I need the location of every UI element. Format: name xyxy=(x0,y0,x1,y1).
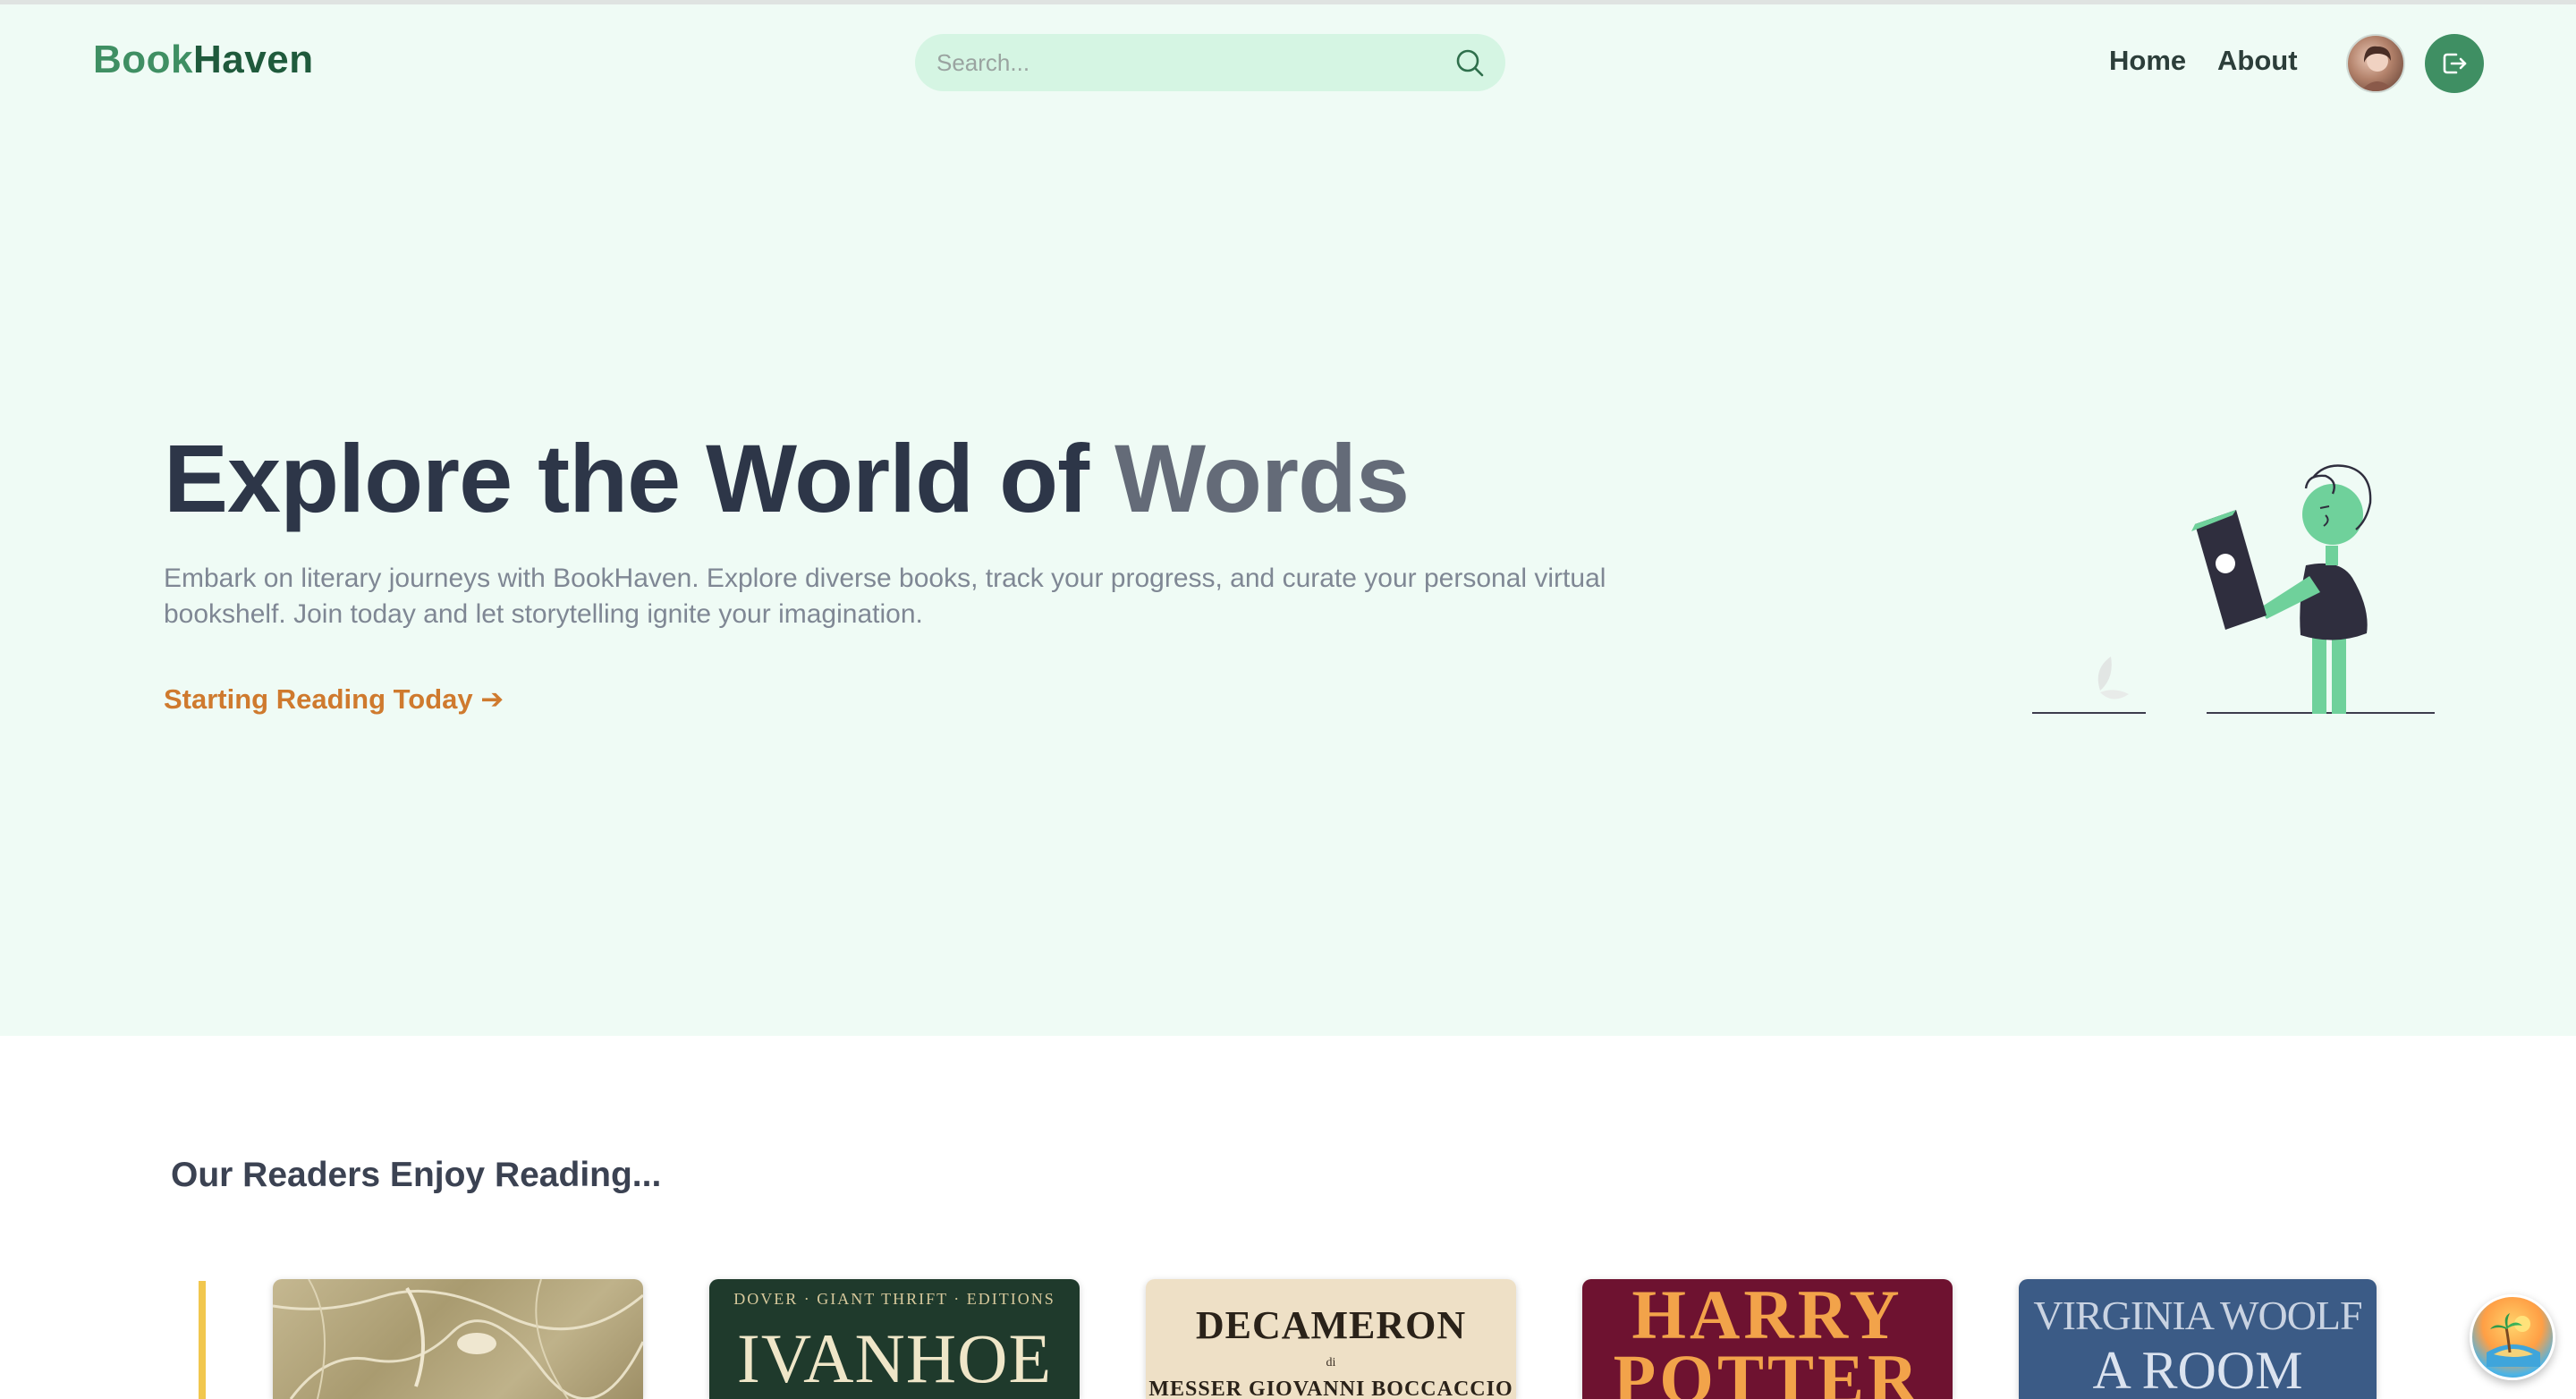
logout-button[interactable] xyxy=(2425,34,2484,93)
start-reading-link[interactable]: Starting Reading Today ➔ xyxy=(164,683,504,716)
book-subtitle: di xyxy=(1326,1356,1336,1369)
book-author: MESSER GIOVANNI BOCCACCIO xyxy=(1148,1378,1513,1399)
hero-title-main: Explore the World of xyxy=(164,424,1115,532)
book-title: IVANHOE xyxy=(736,1319,1053,1397)
nav-about-link[interactable]: About xyxy=(2217,45,2298,77)
beach-island-icon xyxy=(2487,1313,2540,1367)
logo[interactable]: BookHaven xyxy=(93,38,314,82)
book-author: VIRGINIA WOOLF xyxy=(2033,1293,2362,1338)
book-cover-a-room[interactable]: VIRGINIA WOOLF A ROOM xyxy=(2019,1279,2377,1399)
book-cover[interactable] xyxy=(273,1279,643,1399)
nav-home-link[interactable]: Home xyxy=(2109,45,2186,77)
book-cover-decameron[interactable]: DECAMERON di MESSER GIOVANNI BOCCACCIO xyxy=(1146,1279,1516,1399)
person-reading-illustration xyxy=(2032,464,2435,714)
book-series: DOVER · GIANT THRIFT · EDITIONS xyxy=(733,1290,1055,1308)
book-title: DECAMERON xyxy=(1195,1303,1467,1347)
logo-part-haven: Haven xyxy=(193,38,314,81)
user-avatar[interactable] xyxy=(2346,34,2405,93)
search-icon[interactable] xyxy=(1453,47,1486,79)
hero-description: Embark on literary journeys with BookHav… xyxy=(164,564,1606,629)
book-cover-partial[interactable] xyxy=(199,1281,206,1399)
search-bar xyxy=(915,34,1505,91)
logo-part-book: Book xyxy=(93,38,193,81)
hero-title: Explore the World of Words xyxy=(164,422,1410,534)
book-cover-art xyxy=(273,1279,643,1399)
hero-title-highlight: Words xyxy=(1114,424,1410,532)
logout-icon xyxy=(2443,53,2467,74)
book-cover-ivanhoe[interactable]: DOVER · GIANT THRIFT · EDITIONS IVANHOE xyxy=(709,1279,1080,1399)
book-title: HARRY POTTER xyxy=(1613,1279,1922,1399)
search-input[interactable] xyxy=(936,34,1437,91)
book-title: A ROOM xyxy=(2092,1341,2303,1399)
book-cover-harry-potter[interactable]: HARRY POTTER xyxy=(1582,1279,1953,1399)
readers-section-title: Our Readers Enjoy Reading... xyxy=(171,1156,662,1194)
floating-action-button[interactable] xyxy=(2470,1294,2555,1380)
